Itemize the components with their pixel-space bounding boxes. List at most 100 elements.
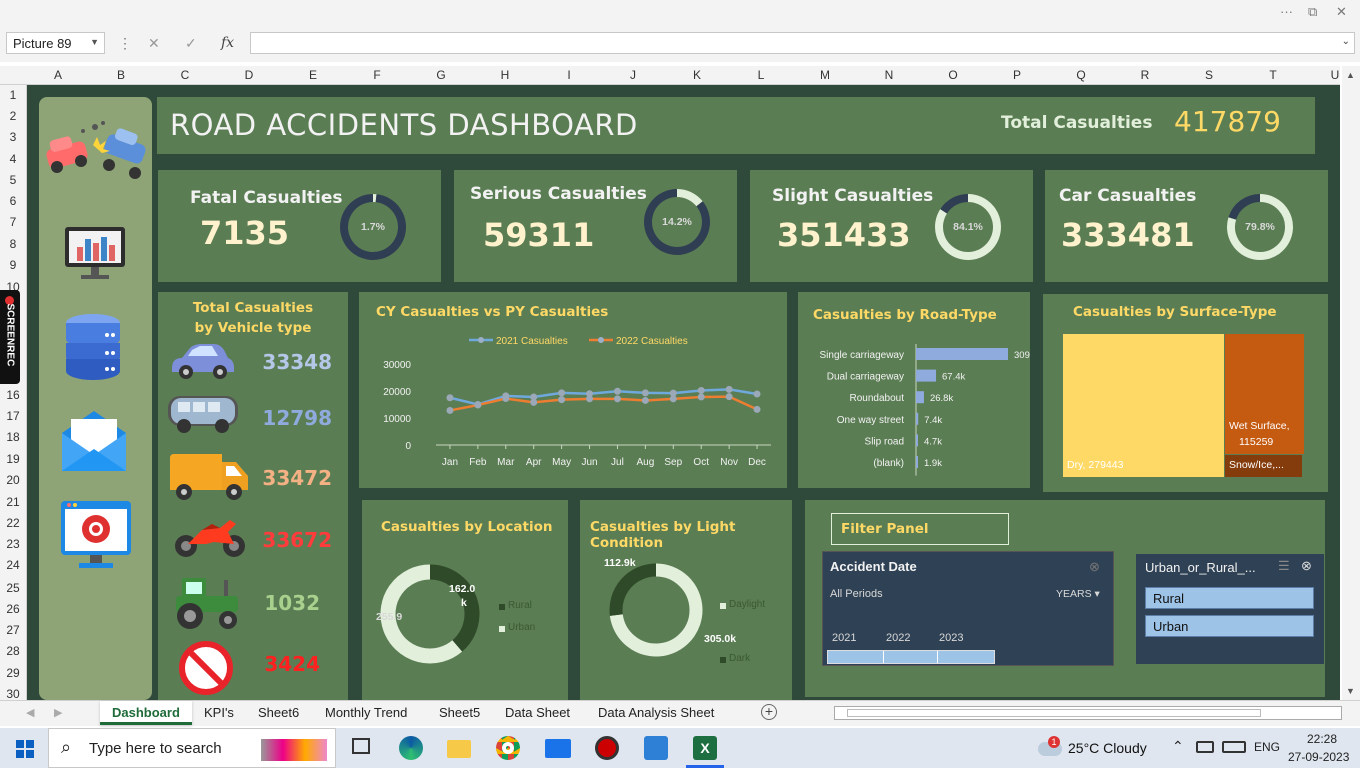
row-header[interactable]: 8	[0, 237, 26, 251]
keyboard-icon[interactable]	[1222, 741, 1246, 753]
sheet-tab-bar: ◀ ▶ Dashboard KPI's Sheet6 Monthly Trend…	[0, 700, 1360, 726]
column-header[interactable]: G	[431, 68, 451, 82]
tab-next-icon[interactable]: ▶	[54, 706, 62, 719]
row-header[interactable]: 22	[0, 516, 26, 530]
row-header[interactable]: 24	[0, 558, 26, 572]
network-icon[interactable]	[1196, 741, 1214, 753]
accident-date-timeline[interactable]: Accident Date ⊗ All Periods YEARS ▾ 2021…	[822, 551, 1114, 666]
slicer-item-rural[interactable]: Rural	[1145, 587, 1314, 609]
clear-filter-icon[interactable]: ⊗	[1089, 559, 1100, 575]
more-options-icon[interactable]: ···	[1280, 4, 1293, 19]
column-header[interactable]: O	[943, 68, 963, 82]
weather-text[interactable]: 25°C Cloudy	[1068, 740, 1147, 756]
close-icon[interactable]: ✕	[1336, 4, 1347, 20]
row-header[interactable]: 26	[0, 602, 26, 616]
row-header[interactable]: 20	[0, 473, 26, 487]
column-header[interactable]: A	[48, 68, 68, 82]
tab-monthly-trend[interactable]: Monthly Trend	[325, 705, 407, 720]
column-header[interactable]: Q	[1071, 68, 1091, 82]
row-header[interactable]: 25	[0, 581, 26, 595]
name-box[interactable]: Picture 89 ▼	[6, 32, 105, 54]
clock-time[interactable]: 22:28	[1302, 732, 1342, 746]
column-header[interactable]: N	[879, 68, 899, 82]
taskbar-search[interactable]: ⌕ Type here to search	[48, 728, 336, 768]
tab-data-sheet[interactable]: Data Sheet	[505, 705, 570, 720]
row-header[interactable]: 4	[0, 152, 26, 166]
row-header[interactable]: 17	[0, 409, 26, 423]
tab-dashboard[interactable]: Dashboard	[100, 701, 192, 725]
add-sheet-icon[interactable]: +	[761, 704, 777, 720]
chevron-up-icon[interactable]: ⌃	[1172, 738, 1184, 755]
row-header[interactable]: 1	[0, 88, 26, 102]
row-header[interactable]: 19	[0, 452, 26, 466]
timeline-year[interactable]: 2021	[832, 632, 856, 644]
timeline-year[interactable]: 2023	[939, 632, 963, 644]
screenrec-widget[interactable]: SCREENREC	[0, 290, 20, 384]
column-header[interactable]: D	[239, 68, 259, 82]
excel-icon[interactable]: X	[693, 736, 717, 760]
column-header[interactable]: P	[1007, 68, 1027, 82]
screenrec-app-icon[interactable]	[595, 736, 619, 760]
column-header[interactable]: J	[623, 68, 643, 82]
formula-input[interactable]: ⌄	[250, 32, 1355, 54]
tab-data-analysis-sheet[interactable]: Data Analysis Sheet	[598, 705, 714, 720]
timeline-unit-dropdown[interactable]: YEARS ▾	[1056, 588, 1100, 600]
column-header[interactable]: H	[495, 68, 515, 82]
language-indicator[interactable]: ENG	[1254, 740, 1280, 754]
chevron-down-icon[interactable]: ⌄	[1342, 36, 1350, 47]
multi-select-icon[interactable]: ☰	[1278, 558, 1290, 574]
row-header[interactable]: 5	[0, 173, 26, 187]
row-header[interactable]: 7	[0, 215, 26, 229]
restore-icon[interactable]: ⧉	[1308, 4, 1317, 20]
row-header[interactable]: 3	[0, 130, 26, 144]
row-header[interactable]: 27	[0, 623, 26, 637]
clock-date[interactable]: 27-09-2023	[1288, 750, 1349, 764]
edge-icon[interactable]	[399, 736, 423, 760]
horizontal-scrollbar[interactable]	[834, 706, 1342, 720]
mail-app-icon[interactable]	[545, 739, 571, 758]
row-header[interactable]: 16	[0, 388, 26, 402]
row-header[interactable]: 28	[0, 644, 26, 658]
column-header[interactable]: B	[111, 68, 131, 82]
windows-start-icon[interactable]	[16, 740, 34, 758]
slicer-item-urban[interactable]: Urban	[1145, 615, 1314, 637]
row-header[interactable]: 9	[0, 258, 26, 272]
row-header[interactable]: 18	[0, 430, 26, 444]
column-header[interactable]: K	[687, 68, 707, 82]
tab-prev-icon[interactable]: ◀	[26, 706, 34, 719]
insert-function-icon[interactable]: fx	[221, 35, 234, 51]
dashboard-header: ROAD ACCIDENTS DASHBOARD Total Casualtie…	[157, 97, 1315, 154]
column-header[interactable]: M	[815, 68, 835, 82]
row-header[interactable]: 2	[0, 109, 26, 123]
enter-icon[interactable]: ✓	[185, 35, 197, 52]
scroll-up-icon[interactable]: ▲	[1346, 70, 1355, 80]
column-header[interactable]: L	[751, 68, 771, 82]
tab-kpis[interactable]: KPI's	[204, 705, 234, 720]
row-header[interactable]: 29	[0, 666, 26, 680]
clear-filter-icon[interactable]: ⊗	[1301, 558, 1312, 574]
column-header[interactable]: C	[175, 68, 195, 82]
chevron-down-icon[interactable]: ▼	[90, 37, 99, 47]
column-header[interactable]: T	[1263, 68, 1283, 82]
column-header[interactable]: I	[559, 68, 579, 82]
row-header[interactable]: 21	[0, 495, 26, 509]
tab-sheet6[interactable]: Sheet6	[258, 705, 299, 720]
task-view-icon[interactable]	[352, 738, 370, 754]
vertical-scrollbar[interactable]: ▲ ▼	[1342, 66, 1360, 700]
photos-icon[interactable]	[644, 736, 668, 760]
chrome-icon[interactable]	[496, 736, 520, 760]
cancel-icon[interactable]: ✕	[148, 35, 160, 52]
scroll-down-icon[interactable]: ▼	[1346, 686, 1355, 696]
column-header[interactable]: F	[367, 68, 387, 82]
timeline-range-bar[interactable]	[827, 650, 995, 664]
row-header[interactable]: 30	[0, 687, 26, 701]
row-header[interactable]: 23	[0, 537, 26, 551]
scroll-thumb[interactable]	[847, 709, 1261, 717]
file-explorer-icon[interactable]	[447, 740, 471, 758]
column-header[interactable]: S	[1199, 68, 1219, 82]
column-header[interactable]: R	[1135, 68, 1155, 82]
column-header[interactable]: E	[303, 68, 323, 82]
row-header[interactable]: 6	[0, 194, 26, 208]
timeline-year[interactable]: 2022	[886, 632, 910, 644]
tab-sheet5[interactable]: Sheet5	[439, 705, 480, 720]
